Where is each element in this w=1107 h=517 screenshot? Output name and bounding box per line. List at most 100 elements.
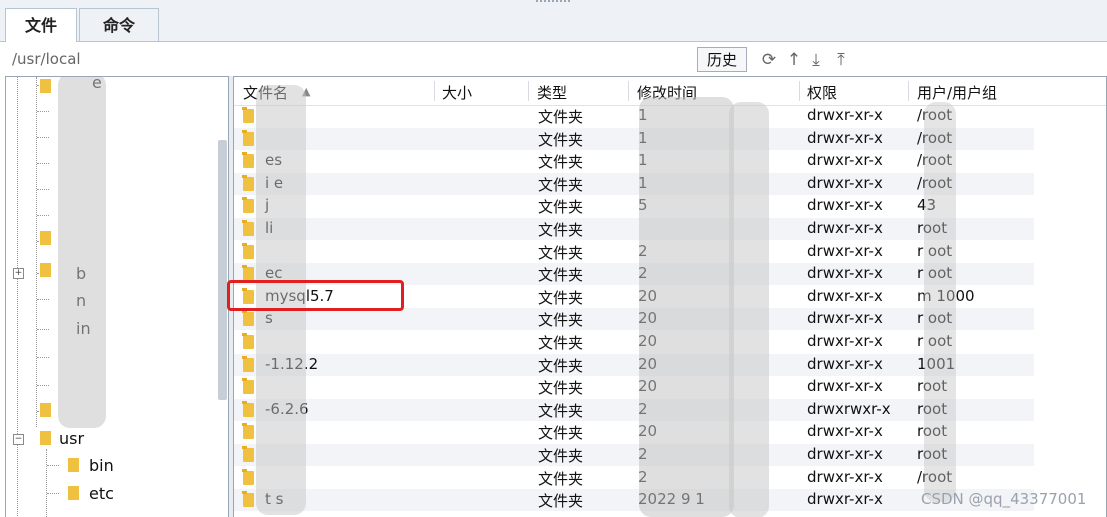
collapse-icon[interactable]: − <box>13 434 24 445</box>
file-type: 文件夹 <box>538 447 584 465</box>
table-row[interactable]: t s文件夹2022 9 1drwxr-xr-x <box>234 489 1034 512</box>
folder-icon <box>242 423 254 440</box>
folder-icon <box>242 220 254 236</box>
file-type: 文件夹 <box>538 153 584 172</box>
redaction <box>729 102 769 517</box>
upload-icon[interactable]: ⤒ <box>831 50 851 70</box>
table-row[interactable]: i e文件夹1drwxr-xr-x/root <box>234 172 1034 195</box>
folder-icon <box>40 403 51 417</box>
redaction <box>58 77 106 428</box>
file-type: 文件夹 <box>538 311 584 330</box>
folder-icon <box>40 231 51 245</box>
table-row[interactable]: -1.12.2文件夹20drwxr-xr-x1001 <box>234 353 1034 376</box>
table-row[interactable]: 文件夹2drwxr-xr-xr oot <box>234 241 1034 263</box>
file-type: 文件夹 <box>538 221 584 239</box>
history-button[interactable]: 历史 <box>697 47 747 72</box>
file-type: 文件夹 <box>538 175 584 194</box>
up-arrow-icon[interactable]: ↑ <box>784 50 804 70</box>
table-row[interactable]: 文件夹20drwxr-xr-xr oot <box>234 331 1034 353</box>
highlight-box <box>227 280 404 311</box>
column-owner[interactable]: 用户/用户组 <box>917 82 997 103</box>
table-row[interactable]: 文件夹2drwxr-xr-xroot <box>234 444 1034 466</box>
directory-tree[interactable]: e + b n in − usr bin etc <box>5 76 229 517</box>
file-type: 文件夹 <box>538 198 584 217</box>
path-bar: /usr/local <box>0 42 1107 76</box>
file-type: 文件夹 <box>538 469 584 488</box>
folder-icon <box>242 355 254 372</box>
refresh-icon[interactable]: ⟳ <box>759 50 779 70</box>
file-permission: drwxr-xr-x <box>807 377 883 396</box>
file-type: 文件夹 <box>538 243 584 262</box>
file-permission: drwxr-xr-x <box>807 467 883 486</box>
folder-icon <box>242 174 254 191</box>
file-type: 文件夹 <box>538 108 584 126</box>
file-type: 文件夹 <box>538 492 584 511</box>
tree-item-bin[interactable]: bin <box>89 456 114 475</box>
table-row[interactable]: es文件夹1drwxr-xr-x/root <box>234 150 1034 172</box>
file-type: 文件夹 <box>538 424 584 443</box>
tab-bar: 文件 命令 <box>0 0 1107 42</box>
file-type: 文件夹 <box>538 130 584 149</box>
folder-icon <box>242 446 254 462</box>
redaction <box>924 102 956 502</box>
folder-icon <box>68 458 79 472</box>
folder-icon <box>242 152 254 169</box>
file-permission: drwxr-xr-x <box>807 422 883 441</box>
folder-icon <box>242 242 254 259</box>
table-row[interactable]: 文件夹20drwxr-xr-xroot <box>234 421 1034 443</box>
table-row[interactable]: -6.2.6文件夹2drwxrwxr-xroot <box>234 398 1034 421</box>
file-permission: drwxr-xr-x <box>807 106 883 124</box>
column-permission[interactable]: 权限 <box>807 82 837 103</box>
redaction <box>639 97 734 517</box>
file-permission: drwxr-xr-x <box>807 241 883 260</box>
table-row[interactable]: 文件夹1drwxr-xr-x/root <box>234 127 1034 150</box>
file-type: 文件夹 <box>538 356 584 375</box>
folder-icon <box>242 197 254 214</box>
tree-scrollbar[interactable] <box>218 140 227 400</box>
tab-commands[interactable]: 命令 <box>79 8 159 41</box>
column-size[interactable]: 大小 <box>442 82 472 103</box>
tree-item-usr[interactable]: usr <box>59 429 84 448</box>
expand-icon[interactable]: + <box>13 268 24 279</box>
table-row[interactable]: 文件夹20drwxr-xr-xroot <box>234 376 1034 398</box>
table-row[interactable]: j文件夹5drwxr-xr-x43 <box>234 195 1034 217</box>
file-permission: drwxrwxr-x <box>807 399 891 418</box>
file-type: 文件夹 <box>538 288 584 307</box>
folder-icon <box>242 400 254 417</box>
file-type: 文件夹 <box>538 266 584 285</box>
file-type: 文件夹 <box>538 401 584 420</box>
folder-icon <box>242 333 254 349</box>
file-permission: drwxr-xr-x <box>807 332 883 350</box>
download-icon[interactable]: ⤓ <box>806 50 826 70</box>
folder-icon <box>242 468 254 485</box>
table-row[interactable]: li文件夹drwxr-xr-xroot <box>234 218 1034 240</box>
column-type[interactable]: 类型 <box>537 82 567 103</box>
table-row[interactable]: s文件夹20drwxr-xr-xr oot <box>234 308 1034 331</box>
folder-icon <box>242 378 254 395</box>
file-permission: drwxr-xr-x <box>807 445 883 463</box>
file-permission: drwxr-xr-x <box>807 196 883 215</box>
file-type: 文件夹 <box>538 379 584 398</box>
folder-icon <box>40 431 51 445</box>
file-permission: drwxr-xr-x <box>807 264 883 283</box>
folder-icon <box>242 107 254 123</box>
drag-grip[interactable] <box>536 0 570 6</box>
folder-icon <box>40 79 51 93</box>
folder-icon <box>40 263 51 277</box>
folder-icon <box>242 491 254 508</box>
file-permission: drwxr-xr-x <box>807 173 883 192</box>
tab-files[interactable]: 文件 <box>5 8 77 42</box>
folder-icon <box>242 310 254 327</box>
file-permission: drwxr-xr-x <box>807 354 883 373</box>
table-row[interactable]: 文件夹2drwxr-xr-x/root <box>234 467 1034 489</box>
file-permission: drwxr-xr-x <box>807 490 883 509</box>
file-permission: drwxr-xr-x <box>807 309 883 328</box>
tree-item-etc[interactable]: etc <box>89 484 114 503</box>
file-type: 文件夹 <box>538 334 584 352</box>
folder-icon <box>242 129 254 146</box>
file-permission: drwxr-xr-x <box>807 151 883 170</box>
folder-icon <box>68 486 79 500</box>
table-row[interactable]: 文件夹1drwxr-xr-x/root <box>234 105 1034 127</box>
path-input[interactable]: /usr/local <box>12 50 81 68</box>
file-permission: drwxr-xr-x <box>807 286 883 305</box>
